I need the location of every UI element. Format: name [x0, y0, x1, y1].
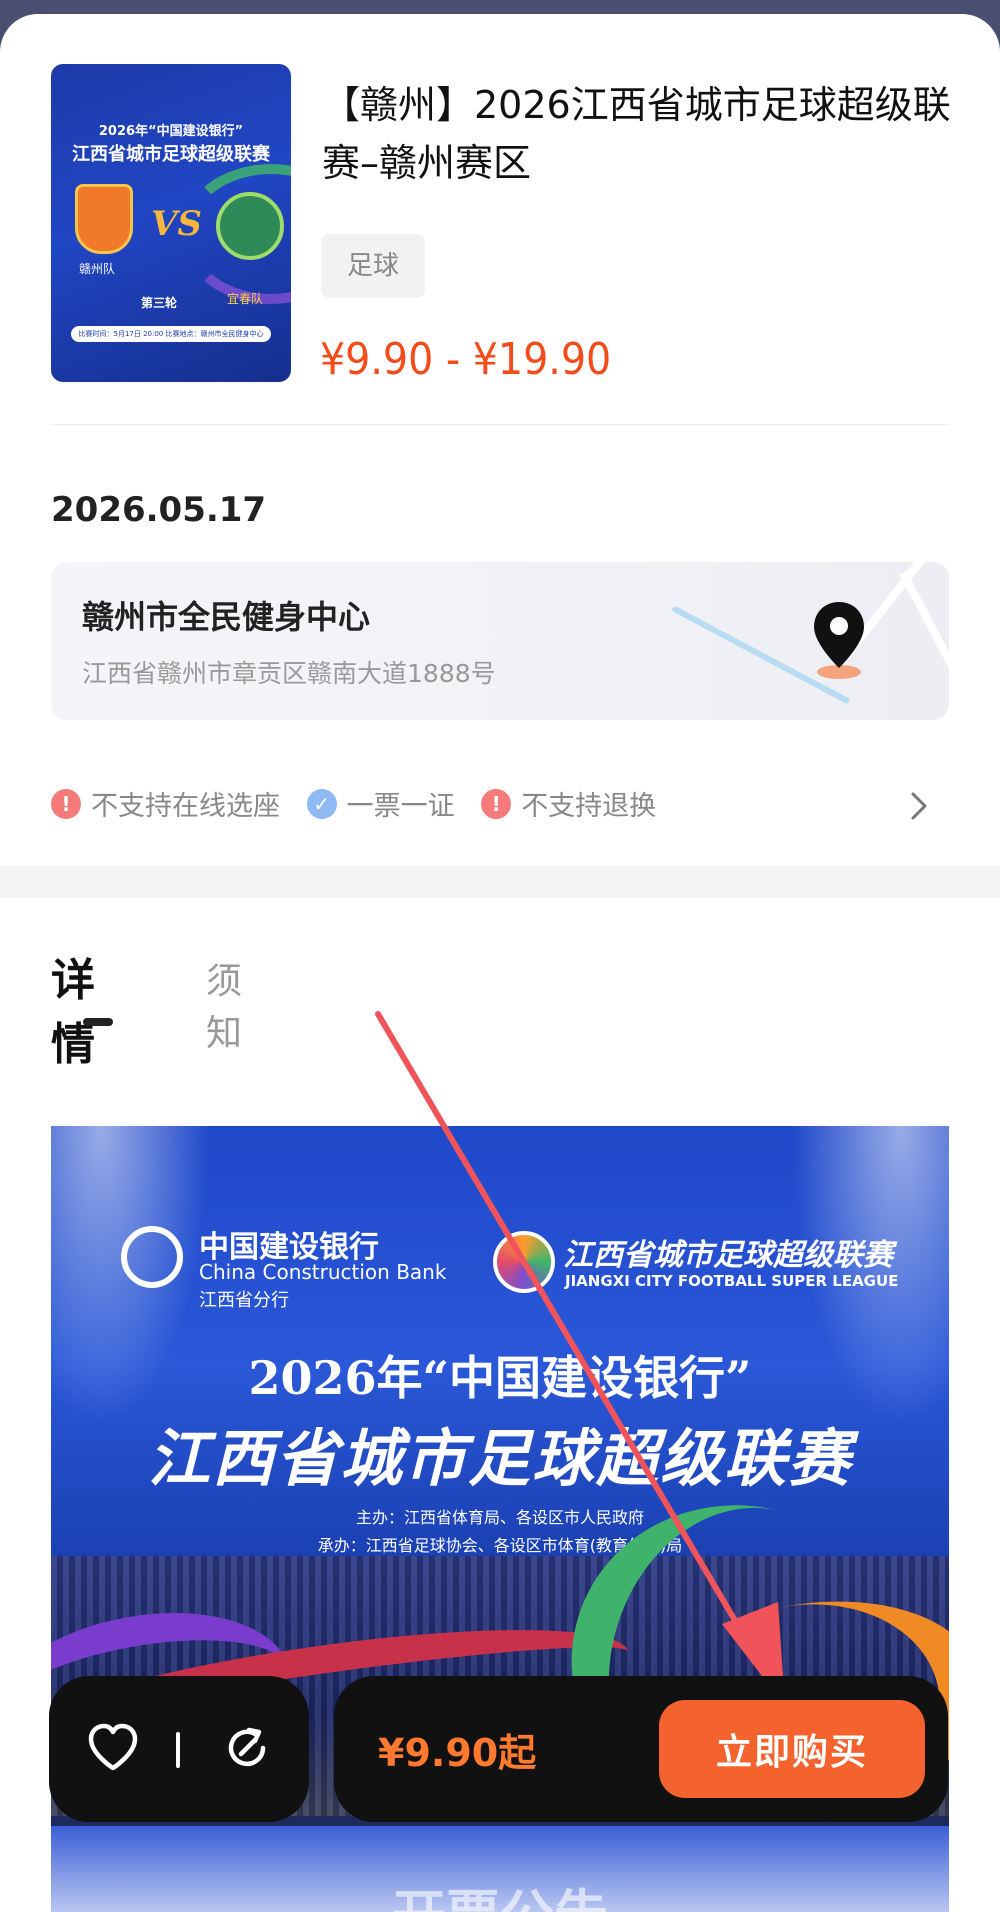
notice-label: 一票一证 [346, 791, 455, 822]
divider [176, 1732, 180, 1768]
warning-icon: ! [481, 788, 512, 819]
poster-vs: VS [151, 204, 202, 244]
poster-title-line2: 江西省城市足球超级联赛 [72, 144, 270, 165]
notice-label: 不支持退换 [521, 791, 657, 822]
check-icon: ✓ [306, 788, 337, 819]
bank-name-en: China Construction Bank [199, 1260, 447, 1284]
warning-icon: ! [51, 788, 81, 819]
favorite-share-bar [49, 1676, 309, 1822]
event-poster-thumbnail[interactable]: 2026年“中国建设银行” 江西省城市足球超级联赛 VS 赣州队 宜春队 第三轮… [51, 64, 291, 382]
chevron-right-icon[interactable] [899, 784, 939, 828]
map-road [899, 571, 949, 681]
league-name-cn: 江西省城市足球超级联赛 [563, 1238, 893, 1273]
ticket-notices[interactable]: ! 不支持在线选座 ✓ 一票一证 ! 不支持退换 [51, 784, 949, 828]
venue-card[interactable]: 赣州市全民健身中心 江西省赣州市章贡区赣南大道1888号 [51, 562, 949, 720]
divider [51, 424, 949, 425]
venue-address: 江西省赣州市章贡区赣南大道1888号 [82, 659, 496, 688]
starting-price: ¥9.90起 [378, 1731, 537, 1775]
active-tab-indicator [83, 1018, 113, 1026]
poster-round: 第三轮 [141, 296, 178, 310]
event-detail-card: 2026年“中国建设银行” 江西省城市足球超级联赛 VS 赣州队 宜春队 第三轮… [0, 14, 1000, 1912]
notice-one-ticket-one-id: ✓ 一票一证 [306, 784, 455, 823]
venue-name: 赣州市全民健身中心 [82, 598, 371, 636]
league-logo [493, 1231, 555, 1293]
poster-headline-2: 江西省城市足球超级联赛 [147, 1422, 852, 1495]
event-title: 【赣州】2026江西省城市足球超级联赛–赣州赛区 [322, 83, 951, 185]
category-tag: 足球 [321, 234, 426, 298]
home-team-crest [75, 184, 133, 254]
ccb-logo [121, 1226, 183, 1288]
heart-icon[interactable] [85, 1720, 141, 1776]
event-date: 2026.05.17 [51, 490, 267, 530]
league-name-en: JIANGXI CITY FOOTBALL SUPER LEAGUE [565, 1272, 899, 1290]
share-icon[interactable] [219, 1720, 275, 1776]
poster-headline-1: 2026年“中国建设银行” [248, 1351, 752, 1405]
home-team-name: 赣州队 [79, 262, 116, 276]
poster-title-line1: 2026年“中国建设银行” [98, 124, 244, 139]
purchase-bar: ¥9.90起 立即购买 [334, 1676, 948, 1822]
poster-bottom-title: 开票公告 [51, 1871, 949, 1912]
away-team-crest [216, 192, 284, 260]
tab-notice[interactable]: 须知 [206, 952, 242, 1056]
notice-no-seat-selection: ! 不支持在线选座 [51, 784, 280, 823]
away-team-name: 宜春队 [227, 292, 264, 306]
poster-info: 比赛时间：5月17日 20:00 比赛地点：赣州市全民健身中心 [71, 326, 271, 342]
bank-branch: 江西省分行 [199, 1290, 289, 1311]
tab-details[interactable]: 详情 [51, 944, 95, 1072]
map-pin-icon [814, 602, 864, 679]
buy-now-button[interactable]: 立即购买 [659, 1700, 925, 1798]
notice-no-refund: ! 不支持退换 [481, 784, 656, 823]
price-range: ¥9.90 - ¥19.90 [320, 334, 612, 385]
notice-label: 不支持在线选座 [91, 791, 280, 822]
section-separator [0, 866, 1000, 898]
